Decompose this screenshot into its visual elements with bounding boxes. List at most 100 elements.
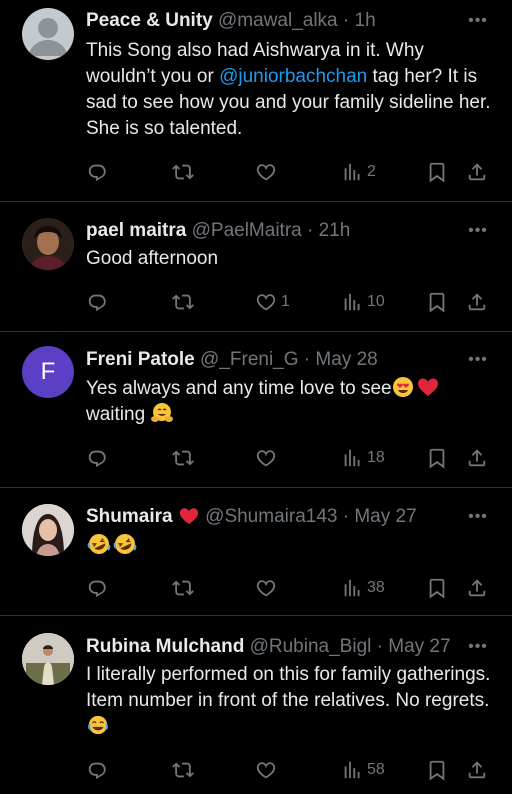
retweet-button[interactable] (172, 446, 194, 470)
tweet[interactable]: Rubina Mulchand @Rubina_Bigl · May 27 ••… (0, 616, 512, 794)
reply-icon (86, 161, 108, 183)
views-icon (341, 759, 363, 781)
view-count: 2 (367, 163, 376, 180)
reply-button[interactable] (86, 758, 108, 782)
more-icon[interactable]: ••• (468, 351, 488, 375)
views-button[interactable]: 58 (341, 758, 385, 782)
views-button[interactable]: 38 (341, 576, 385, 600)
avatar-photo (22, 633, 74, 685)
views-icon (341, 577, 363, 599)
tweet-text: I literally performed on this for family… (86, 662, 494, 740)
display-name[interactable]: Freni Patole (86, 349, 195, 370)
avatar[interactable] (22, 8, 74, 60)
tweet-header: Peace & Unity @mawal_alka · 1h (86, 9, 464, 33)
more-icon[interactable]: ••• (468, 638, 488, 662)
like-count: 1 (281, 293, 290, 310)
bookmark-icon (426, 291, 448, 313)
views-button[interactable]: 2 (341, 160, 376, 184)
handle[interactable]: @mawal_alka (218, 10, 338, 31)
like-button[interactable]: 1 (255, 290, 290, 314)
avatar[interactable] (22, 218, 74, 270)
heart-icon (255, 291, 277, 313)
timestamp[interactable]: 21h (319, 220, 351, 241)
avatar[interactable]: F (22, 346, 74, 398)
like-button[interactable] (255, 160, 281, 184)
bookmark-button[interactable] (426, 758, 448, 782)
tweet[interactable]: Peace & Unity @mawal_alka · 1h ••• This … (0, 0, 512, 202)
retweet-icon (172, 759, 194, 781)
like-button[interactable] (255, 576, 281, 600)
tweet[interactable]: F Freni Patole @_Freni_G · May 28 ••• Ye… (0, 332, 512, 488)
display-name[interactable]: pael maitra (86, 220, 186, 241)
bookmark-button[interactable] (426, 160, 448, 184)
views-button[interactable]: 18 (341, 446, 385, 470)
share-button[interactable] (466, 576, 488, 600)
tweet-header: Shumaira @Shumaira143 · May 27 (86, 505, 464, 529)
tweet[interactable]: pael maitra @PaelMaitra · 21h ••• Good a… (0, 202, 512, 332)
tweet-text: Yes always and any time love to see wait… (86, 376, 494, 428)
like-button[interactable] (255, 446, 281, 470)
handle[interactable]: @_Freni_G (200, 349, 299, 370)
more-icon[interactable]: ••• (468, 222, 488, 246)
retweet-icon (172, 577, 194, 599)
tweet-header: pael maitra @PaelMaitra · 21h (86, 219, 464, 243)
share-button[interactable] (466, 758, 488, 782)
avatar[interactable] (22, 504, 74, 556)
retweet-button[interactable] (172, 576, 194, 600)
avatar-photo (22, 218, 74, 270)
more-icon[interactable]: ••• (468, 12, 488, 36)
bookmark-icon (426, 759, 448, 781)
separator: · (337, 506, 355, 527)
action-bar: 58 (86, 758, 492, 782)
hugging-face-emoji-icon (151, 403, 174, 422)
timestamp[interactable]: May 28 (315, 349, 377, 370)
avatar-letter: F (40, 358, 56, 385)
timestamp[interactable]: May 27 (388, 636, 450, 657)
bookmark-icon (426, 161, 448, 183)
more-icon[interactable]: ••• (468, 508, 488, 532)
handle[interactable]: @Shumaira143 (205, 506, 337, 527)
view-count: 18 (367, 449, 385, 466)
view-count: 10 (367, 293, 385, 310)
timestamp[interactable]: 1h (355, 10, 376, 31)
display-name[interactable]: Rubina Mulchand (86, 636, 244, 657)
like-button[interactable] (255, 758, 281, 782)
retweet-button[interactable] (172, 290, 194, 314)
reply-button[interactable] (86, 576, 108, 600)
action-bar: 18 (86, 446, 492, 470)
share-button[interactable] (466, 160, 488, 184)
retweet-button[interactable] (172, 758, 194, 782)
reply-button[interactable] (86, 160, 108, 184)
share-button[interactable] (466, 446, 488, 470)
share-icon (466, 291, 488, 313)
mention-link[interactable]: @juniorbachchan (219, 66, 367, 87)
retweet-icon (172, 291, 194, 313)
bookmark-icon (426, 577, 448, 599)
bookmark-button[interactable] (426, 576, 448, 600)
handle[interactable]: @Rubina_Bigl (250, 636, 372, 657)
text-segment: Yes always and any time love to see (86, 378, 392, 399)
tweet-text (86, 532, 494, 560)
tweet[interactable]: Shumaira @Shumaira143 · May 27 ••• 38 (0, 488, 512, 616)
reply-button[interactable] (86, 446, 108, 470)
heart-eyes-emoji-icon (392, 377, 413, 397)
share-icon (466, 161, 488, 183)
share-icon (466, 577, 488, 599)
bookmark-button[interactable] (426, 446, 448, 470)
reply-button[interactable] (86, 290, 108, 314)
share-button[interactable] (466, 290, 488, 314)
rofl-emoji-icon (113, 534, 137, 554)
avatar[interactable] (22, 633, 74, 685)
handle[interactable]: @PaelMaitra (192, 220, 302, 241)
views-button[interactable]: 10 (341, 290, 385, 314)
timestamp[interactable]: May 27 (354, 506, 416, 527)
view-count: 38 (367, 579, 385, 596)
display-name[interactable]: Shumaira (86, 506, 173, 527)
bookmark-button[interactable] (426, 290, 448, 314)
display-name[interactable]: Peace & Unity (86, 10, 213, 31)
retweet-button[interactable] (172, 160, 194, 184)
action-bar: 1 10 (86, 290, 492, 314)
tweet-text: Good afternoon (86, 248, 219, 269)
share-icon (466, 759, 488, 781)
heart-icon (255, 577, 277, 599)
